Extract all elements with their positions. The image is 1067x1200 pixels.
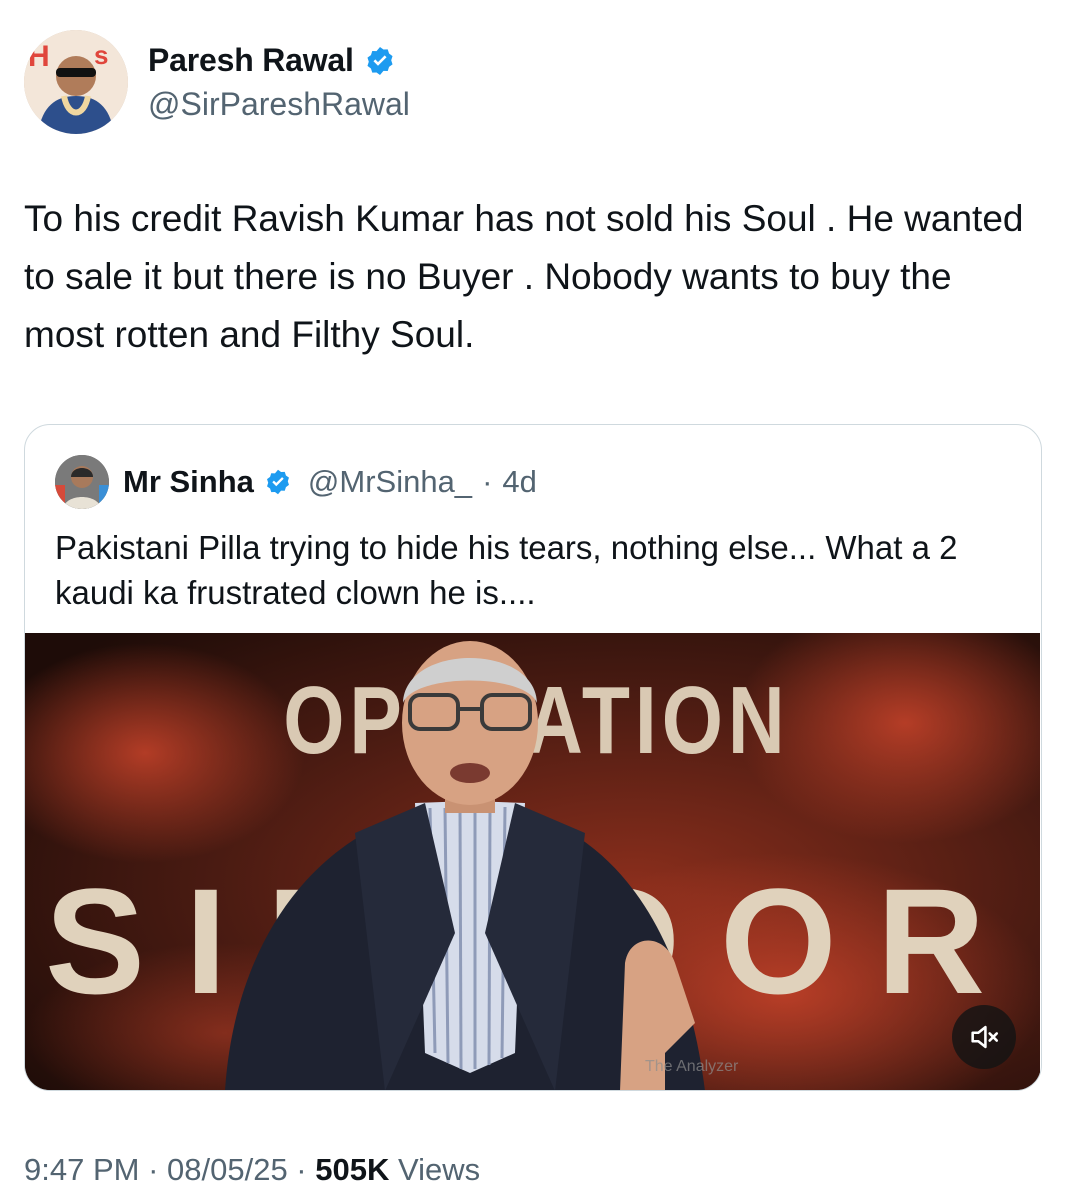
quoted-verified-badge-icon[interactable]: [264, 468, 292, 496]
tweet-time[interactable]: 9:47 PM: [24, 1152, 139, 1187]
views-label: Views: [389, 1152, 481, 1187]
tweet-text: To his credit Ravish Kumar has not sold …: [24, 198, 1024, 355]
quoted-tweet-text: Pakistani Pilla trying to hide his tears…: [55, 529, 958, 611]
svg-text:s: s: [94, 40, 108, 70]
quoted-tweet-age[interactable]: 4d: [502, 464, 536, 500]
tweet-meta: 9:47 PM · 08/05/25 · 505K Views: [24, 1152, 480, 1188]
svg-text:H: H: [28, 40, 50, 73]
video-frame: OPERATION SINDOOR: [25, 633, 1040, 1090]
views-count[interactable]: 505K: [315, 1152, 389, 1187]
speaker-muted-icon: [971, 1025, 999, 1049]
quoted-author-avatar-image: [55, 455, 109, 509]
author-avatar-image: H s: [24, 30, 128, 134]
quoted-tweet-video[interactable]: OPERATION SINDOOR: [25, 633, 1040, 1090]
video-watermark: The Analyzer: [645, 1058, 739, 1075]
quoted-separator: ·: [482, 464, 493, 499]
quoted-author-avatar[interactable]: [55, 455, 109, 509]
author-avatar[interactable]: H s: [24, 30, 128, 134]
quoted-author-handle[interactable]: @MrSinha_: [308, 464, 472, 500]
meta-separator: ·: [287, 1152, 316, 1187]
author-display-name[interactable]: Paresh Rawal: [148, 42, 354, 79]
quoted-author-display-name[interactable]: Mr Sinha: [123, 464, 254, 500]
mute-toggle-button[interactable]: [952, 1005, 1016, 1069]
author-handle[interactable]: @SirPareshRawal: [148, 86, 410, 123]
quoted-tweet-header: Mr Sinha @MrSinha_ · 4d: [55, 455, 537, 509]
quoted-tweet-card[interactable]: Mr Sinha @MrSinha_ · 4d Pakistani Pilla …: [24, 424, 1042, 1091]
tweet-header: H s Paresh Rawal @SirPareshRawal: [24, 30, 1024, 134]
tweet-date[interactable]: 08/05/25: [167, 1152, 288, 1187]
meta-separator: ·: [139, 1152, 168, 1187]
verified-badge-icon[interactable]: [364, 45, 396, 77]
